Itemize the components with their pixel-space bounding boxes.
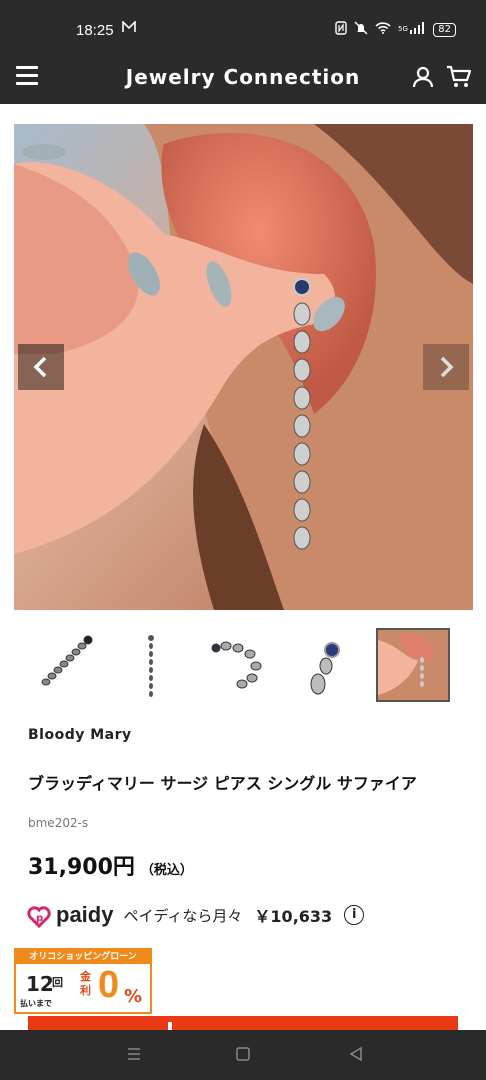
wifi-icon [375, 22, 391, 37]
gallery-prev-button[interactable] [18, 344, 64, 390]
thumbnail-earring-flat[interactable] [30, 628, 104, 702]
back-icon[interactable] [346, 1044, 366, 1064]
orico-sub: 払いまで [20, 999, 52, 1008]
gallery-next-button[interactable] [423, 344, 469, 390]
orico-count-unit: 回 [52, 976, 63, 989]
mute-icon [354, 21, 368, 38]
price-value: 31,900円 [28, 855, 135, 880]
status-bar: 18:25 5G 82 [0, 0, 486, 50]
brand-name[interactable]: Bloody Mary [28, 727, 132, 743]
paidy-installment: p paidy ペイディなら月々 ￥10,633 i [26, 900, 365, 930]
info-icon[interactable]: i [344, 905, 365, 925]
battery-icon: 82 [433, 22, 456, 37]
svg-text:5G: 5G [398, 25, 408, 33]
paidy-logo-text: paidy [56, 902, 114, 927]
orico-kinri: 金利 [80, 970, 91, 997]
orico-count: 12 [26, 972, 54, 996]
site-header: Jewelry Connection [0, 50, 486, 104]
product-main-image[interactable] [14, 124, 473, 610]
home-icon[interactable] [233, 1044, 253, 1064]
paidy-text: ペイディなら月々 [123, 906, 243, 925]
product-photo [14, 124, 473, 610]
thumbnail-strip [14, 628, 474, 704]
cart-icon[interactable] [446, 64, 472, 90]
signal-icon: 5G [398, 22, 426, 37]
price-tax-label: （税込） [140, 863, 193, 878]
nfc-icon [335, 21, 347, 38]
product-price: 31,900円 （税込） [28, 849, 193, 881]
chevron-right-icon [440, 356, 454, 378]
paidy-logo-icon: p [27, 906, 51, 928]
thumbnail-earring-worn[interactable] [376, 628, 450, 702]
product-title: ブラッディマリー サージ ピアス シングル サファイア [28, 774, 417, 793]
orico-loan-banner[interactable]: オリコショッピングローン 12 回 払いまで 金利 0 % [14, 948, 152, 1014]
thumbnail-earring-vertical[interactable] [114, 628, 188, 702]
svg-text:p: p [36, 913, 43, 924]
system-nav-bar [0, 1030, 486, 1080]
add-to-cart-button[interactable] [28, 1016, 458, 1030]
orico-rate: 0 [98, 964, 120, 1006]
chevron-left-icon [33, 356, 47, 378]
thumbnail-earring-closeup[interactable] [290, 628, 364, 702]
mail-m-icon [122, 20, 136, 37]
paidy-monthly-amount: ￥10,633 [254, 907, 333, 926]
thumbnail-earring-curled[interactable] [202, 628, 276, 702]
status-time: 18:25 [76, 22, 114, 39]
product-sku: bme202-s [28, 816, 89, 830]
user-icon[interactable] [412, 66, 434, 88]
recent-apps-icon[interactable] [124, 1044, 144, 1064]
orico-header: オリコショッピングローン [16, 950, 150, 964]
orico-percent: % [124, 986, 143, 1007]
